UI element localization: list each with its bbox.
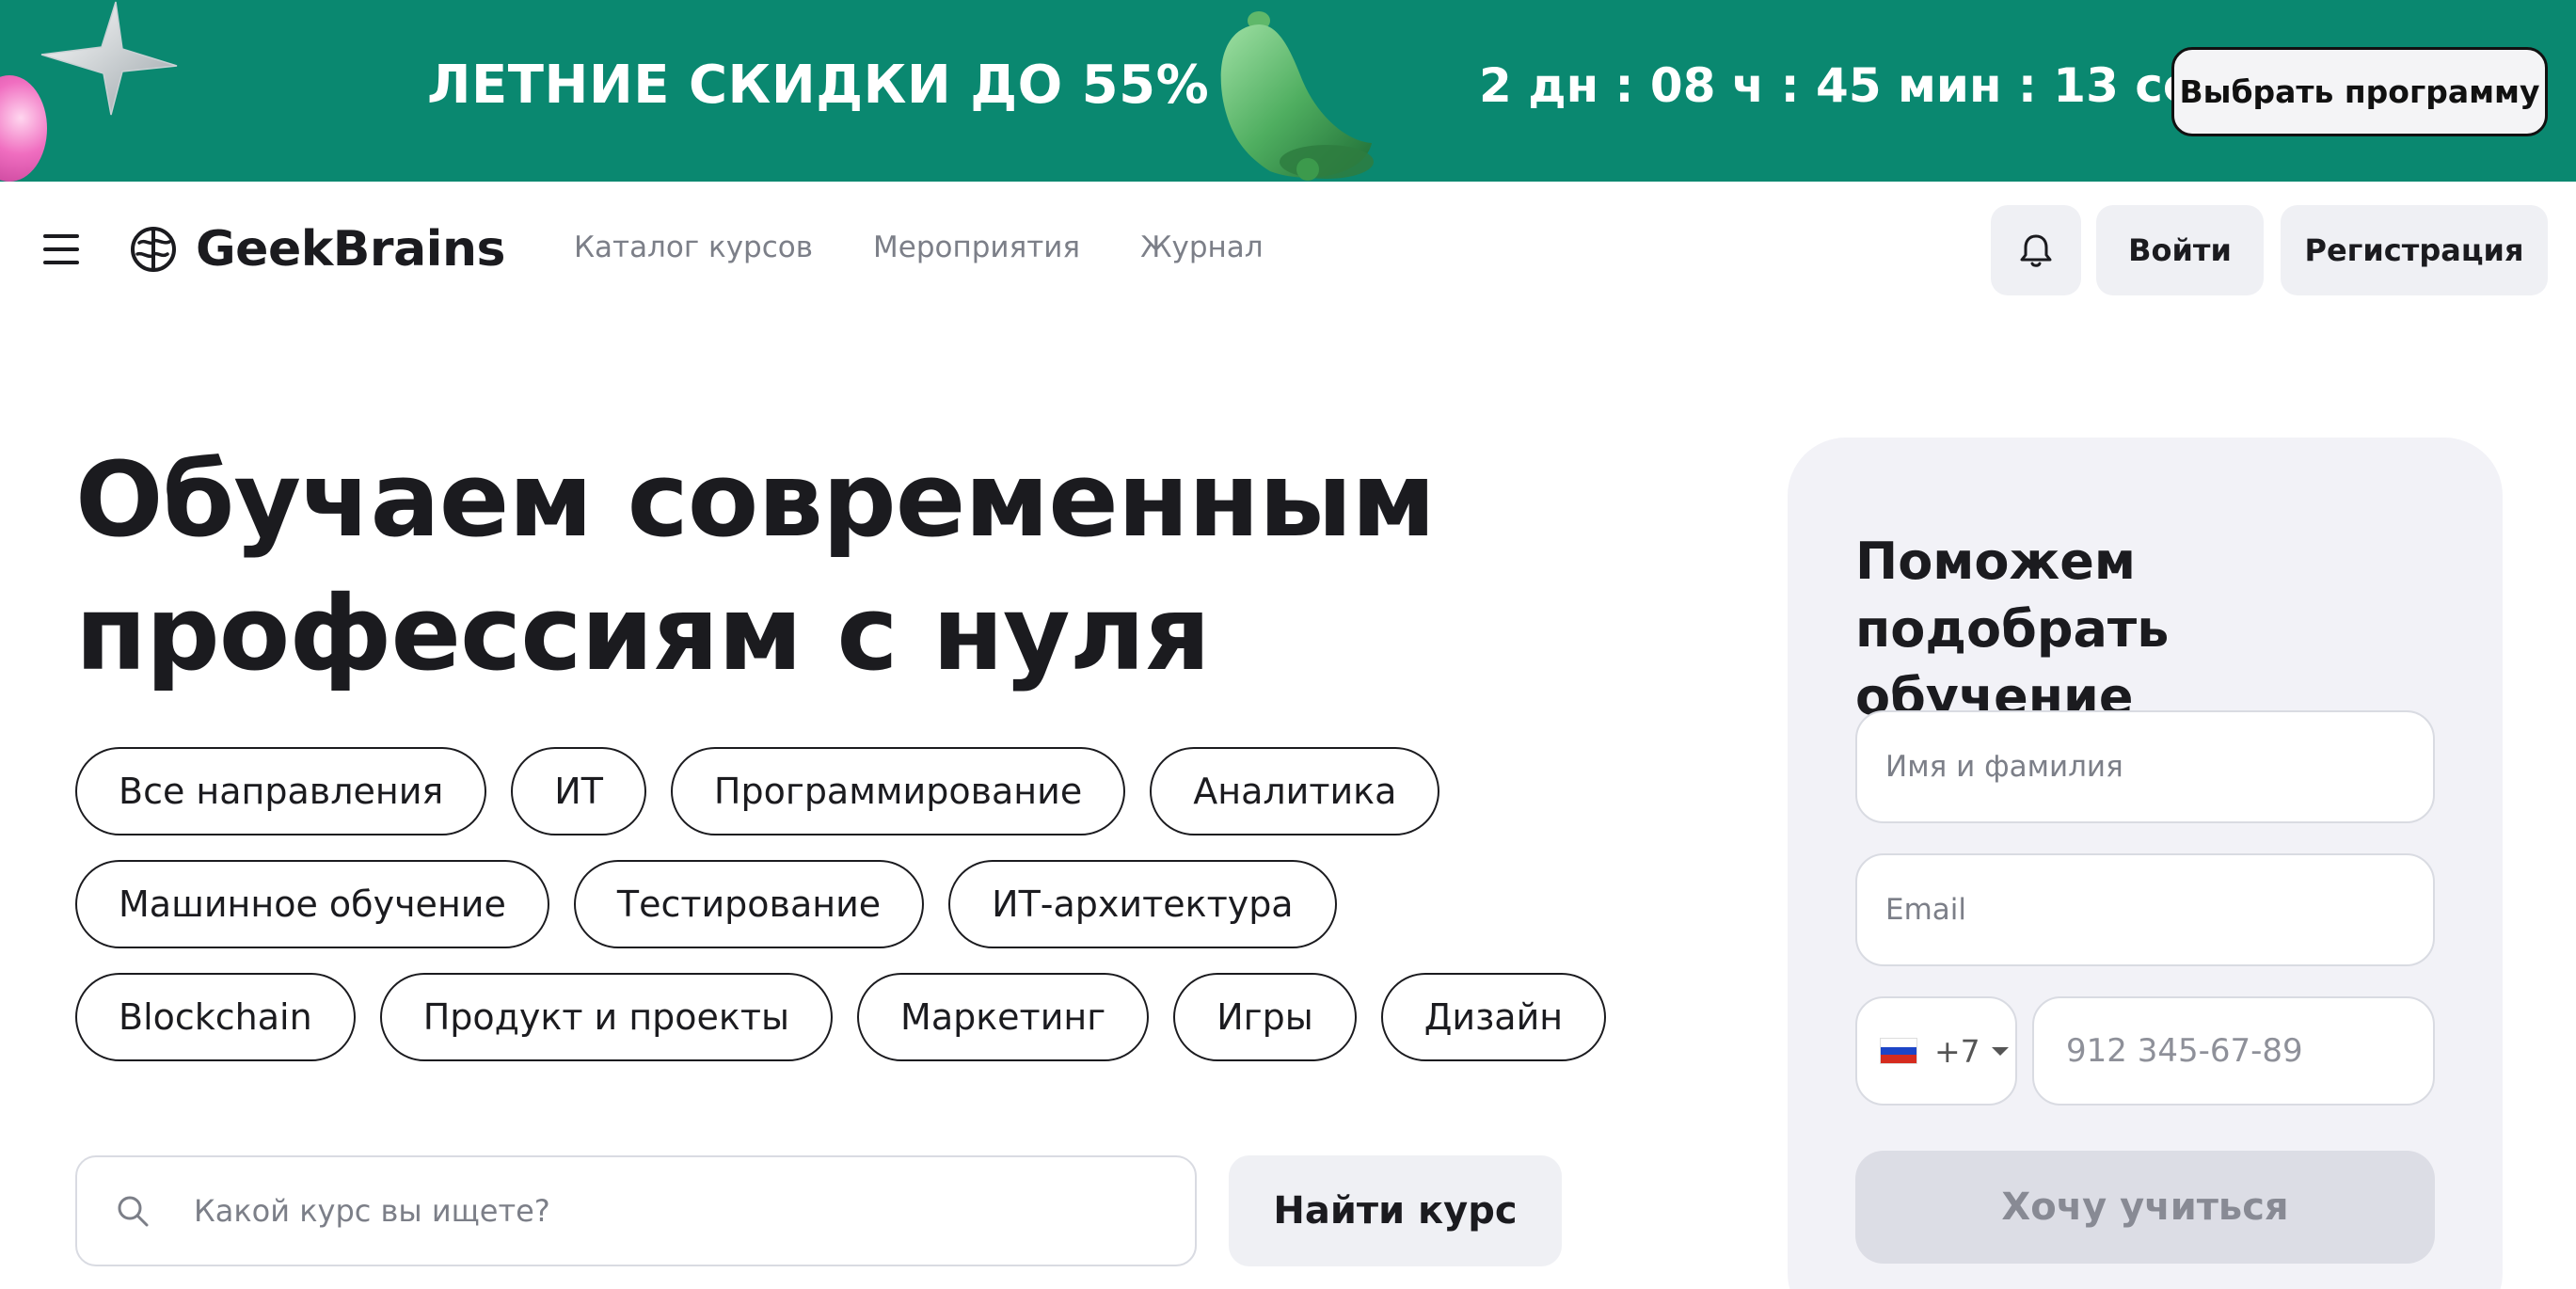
chevron-down-icon [1991,1046,2009,1056]
country-code: +7 [1934,1032,1980,1070]
nav-link-catalog[interactable]: Каталог курсов [574,231,813,264]
chip-machine-learning[interactable]: Машинное обучение [75,860,549,948]
chip-it-architecture[interactable]: ИТ-архитектура [948,860,1337,948]
country-code-select[interactable]: +7 [1855,996,2017,1106]
russia-flag-icon [1880,1038,1917,1064]
chip-programming[interactable]: Программирование [670,747,1126,835]
chip-it[interactable]: ИТ [511,747,646,835]
chip-row: Blockchain Продукт и проекты Маркетинг И… [75,973,1607,1061]
category-chips: Все направления ИТ Программирование Анал… [75,747,1607,1086]
chip-design[interactable]: Дизайн [1380,973,1607,1061]
top-navigation: GeekBrains Каталог курсов Мероприятия Жу… [0,182,2576,318]
search-input[interactable] [194,1193,1135,1229]
name-input[interactable] [1885,750,2433,784]
find-course-button[interactable]: Найти курс [1229,1155,1562,1266]
chip-row: Машинное обучение Тестирование ИТ-архите… [75,860,1599,948]
chip-testing[interactable]: Тестирование [573,860,925,948]
chip-analytics[interactable]: Аналитика [1150,747,1440,835]
chip-marketing[interactable]: Маркетинг [857,973,1150,1061]
chip-all-directions[interactable]: Все направления [75,747,487,835]
nav-link-journal[interactable]: Журнал [1140,231,1264,264]
sparkle-star-icon [40,1,178,116]
login-button[interactable]: Войти [2096,205,2264,295]
logo[interactable]: GeekBrains [130,219,505,279]
hero-title-line1: Обучаем современным [75,439,1436,560]
countdown-timer: 2 дн : 08 ч : 45 мин : 13 сек [1479,58,2227,113]
logo-text: GeekBrains [196,221,505,278]
register-button[interactable]: Регистрация [2281,205,2548,295]
choose-program-button[interactable]: Выбрать программу [2171,47,2548,136]
chip-games[interactable]: Игры [1173,973,1357,1061]
hero-title-line2: профессиям с нуля [75,573,1211,693]
promo-banner: ЛЕТНИЕ СКИДКИ ДО 55% 2 дн : 08 ч : 45 ми… [0,0,2576,182]
hamburger-icon[interactable] [43,234,79,264]
email-input[interactable] [1885,893,2433,927]
nav-link-events[interactable]: Мероприятия [873,231,1080,264]
nav-links: Каталог курсов Мероприятия Журнал [574,231,1264,264]
chip-product-projects[interactable]: Продукт и проекты [379,973,834,1061]
email-field [1855,853,2435,966]
notifications-button[interactable] [1991,205,2081,295]
chip-blockchain[interactable]: Blockchain [75,973,356,1061]
promo-title: ЛЕТНИЕ СКИДКИ ДО 55% [427,55,1210,116]
brain-logo-icon [131,227,176,272]
want-to-study-button[interactable]: Хочу учиться [1855,1151,2435,1264]
course-search [75,1155,1197,1266]
name-field [1855,710,2435,823]
bell-decoration-icon [1220,11,1374,181]
bell-icon [2020,234,2052,267]
phone-input[interactable] [2066,1032,2433,1070]
hero-title: Обучаем современным профессиям с нуля [75,433,1487,700]
search-icon [118,1196,149,1227]
lead-form-title: Поможем подобрать обучение [1855,532,2170,726]
lead-form-card: Поможем подобрать обучение +7 Хочу учить… [1788,438,2503,1289]
phone-field [2032,996,2435,1106]
chip-row: Все направления ИТ Программирование Анал… [75,747,1599,835]
